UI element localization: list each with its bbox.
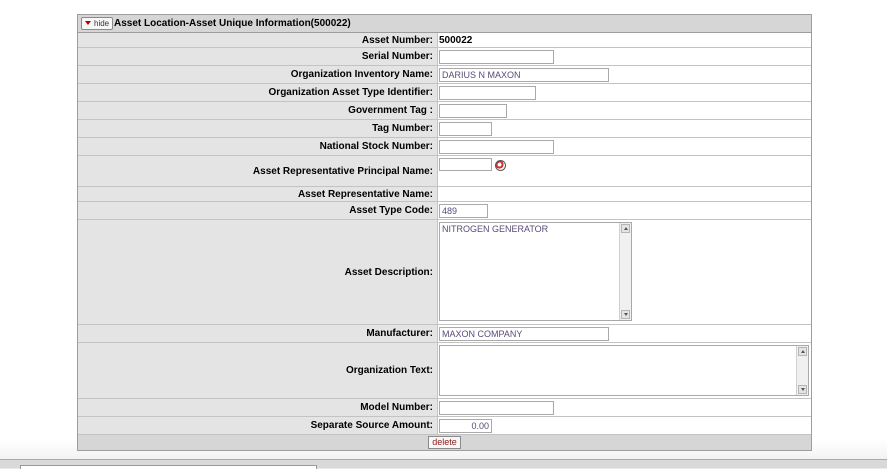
national-stock-number-label: National Stock Number: bbox=[78, 138, 438, 155]
hide-label: hide bbox=[94, 19, 110, 28]
asset-description-text: NITROGEN GENERATOR bbox=[442, 224, 549, 234]
organization-text-text bbox=[440, 346, 808, 348]
asset-description-textarea[interactable]: NITROGEN GENERATOR bbox=[439, 222, 632, 321]
scrollbar[interactable] bbox=[796, 346, 808, 395]
scroll-down-arrow-icon[interactable] bbox=[621, 310, 630, 319]
asset-number-label: Asset Number: bbox=[78, 33, 438, 47]
org-asset-type-id-label: Organization Asset Type Identifier: bbox=[78, 84, 438, 101]
panel-footer: delete bbox=[78, 435, 811, 450]
magnifier-lookup-icon[interactable] bbox=[495, 160, 506, 171]
separate-source-amount-input[interactable] bbox=[439, 418, 492, 433]
tag-number-label: Tag Number: bbox=[78, 120, 438, 137]
scroll-up-arrow-icon[interactable] bbox=[621, 224, 630, 233]
row-asset-type-code: Asset Type Code: bbox=[78, 202, 811, 220]
organization-text-label: Organization Text: bbox=[78, 343, 438, 398]
manufacturer-label: Manufacturer: bbox=[78, 325, 438, 342]
row-tag-number: Tag Number: bbox=[78, 120, 811, 138]
panel-header: hide Asset Location-Asset Unique Informa… bbox=[78, 15, 811, 33]
row-asset-rep-principal-name: Asset Representative Principal Name: bbox=[78, 156, 811, 187]
organization-text-textarea[interactable] bbox=[439, 345, 809, 396]
separate-source-amount-label: Separate Source Amount: bbox=[78, 417, 438, 434]
asset-type-code-label: Asset Type Code: bbox=[78, 202, 438, 219]
asset-number-value: 500022 bbox=[438, 33, 811, 47]
bottom-tab bbox=[20, 465, 317, 469]
serial-number-input[interactable] bbox=[439, 49, 554, 64]
model-number-label: Model Number: bbox=[78, 399, 438, 416]
asset-rep-principal-name-label: Asset Representative Principal Name: bbox=[78, 156, 438, 186]
org-asset-type-id-input[interactable] bbox=[439, 85, 536, 100]
government-tag-label: Government Tag : bbox=[78, 102, 438, 119]
row-model-number: Model Number: bbox=[78, 399, 811, 417]
delete-button[interactable]: delete bbox=[428, 436, 461, 449]
scroll-down-arrow-icon[interactable] bbox=[798, 385, 807, 394]
org-inventory-name-label: Organization Inventory Name: bbox=[78, 66, 438, 83]
row-asset-rep-name: Asset Representative Name: bbox=[78, 187, 811, 202]
row-org-inventory-name: Organization Inventory Name: bbox=[78, 66, 811, 84]
org-inventory-name-input[interactable] bbox=[439, 67, 609, 82]
asset-rep-name-label: Asset Representative Name: bbox=[78, 187, 438, 201]
government-tag-input[interactable] bbox=[439, 103, 507, 118]
row-separate-source-amount: Separate Source Amount: bbox=[78, 417, 811, 435]
model-number-input[interactable] bbox=[439, 400, 554, 415]
scrollbar[interactable] bbox=[619, 223, 631, 320]
triangle-down-icon bbox=[85, 21, 91, 25]
row-organization-text: Organization Text: bbox=[78, 343, 811, 399]
row-asset-number: Asset Number: 500022 bbox=[78, 33, 811, 48]
row-org-asset-type-id: Organization Asset Type Identifier: bbox=[78, 84, 811, 102]
scroll-up-arrow-icon[interactable] bbox=[798, 347, 807, 356]
asset-type-code-input[interactable] bbox=[439, 203, 488, 218]
row-manufacturer: Manufacturer: bbox=[78, 325, 811, 343]
asset-rep-name-value bbox=[438, 187, 811, 201]
panel-title: Asset Location-Asset Unique Information(… bbox=[114, 18, 351, 29]
serial-number-label: Serial Number: bbox=[78, 48, 438, 65]
hide-toggle-button[interactable]: hide bbox=[81, 17, 114, 30]
row-serial-number: Serial Number: bbox=[78, 48, 811, 66]
row-government-tag: Government Tag : bbox=[78, 102, 811, 120]
row-national-stock-number: National Stock Number: bbox=[78, 138, 811, 156]
row-asset-description: Asset Description: NITROGEN GENERATOR bbox=[78, 220, 811, 325]
tag-number-input[interactable] bbox=[439, 121, 492, 136]
asset-unique-info-panel: hide Asset Location-Asset Unique Informa… bbox=[77, 14, 812, 451]
national-stock-number-input[interactable] bbox=[439, 139, 554, 154]
asset-rep-principal-name-input[interactable] bbox=[439, 158, 492, 171]
asset-description-label: Asset Description: bbox=[78, 220, 438, 324]
manufacturer-input[interactable] bbox=[439, 326, 609, 341]
